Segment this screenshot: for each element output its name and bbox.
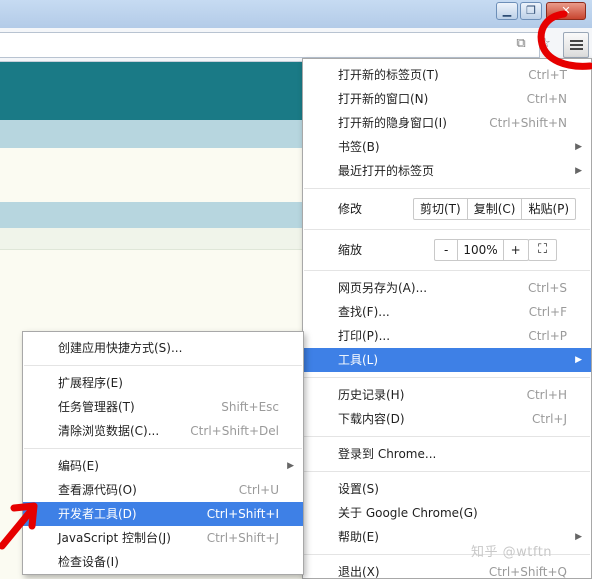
submenu-item-developer-tools[interactable]: 开发者工具(D) Ctrl+Shift+I: [23, 502, 303, 526]
annotation-arrow-icon: [0, 502, 38, 550]
submenu-item-clear-data[interactable]: 清除浏览数据(C)... Ctrl+Shift+Del: [23, 419, 303, 443]
translate-icon[interactable]: ⧉: [513, 36, 529, 52]
menu-separator: [24, 448, 302, 449]
fullscreen-group: ⛶: [528, 239, 558, 261]
cut-button[interactable]: 剪切(T): [414, 199, 468, 219]
menu-item-tools[interactable]: 工具(L) ▶: [303, 348, 591, 372]
chevron-right-icon: ▶: [575, 142, 582, 152]
menu-separator: [24, 365, 302, 366]
paste-button[interactable]: 粘贴(P): [522, 199, 575, 219]
submenu-item-inspect-devices[interactable]: 检查设备(I): [23, 550, 303, 574]
menu-item-find[interactable]: 查找(F)... Ctrl+F: [303, 300, 591, 324]
submenu-item-js-console[interactable]: JavaScript 控制台(J) Ctrl+Shift+J: [23, 526, 303, 550]
chrome-main-menu: 打开新的标签页(T) Ctrl+T 打开新的窗口(N) Ctrl+N 打开新的隐身窗…: [302, 58, 592, 579]
submenu-item-create-shortcut[interactable]: 创建应用快捷方式(S)...: [23, 336, 303, 360]
chevron-right-icon: ▶: [287, 461, 294, 471]
submenu-item-extensions[interactable]: 扩展程序(E): [23, 371, 303, 395]
submenu-item-view-source[interactable]: 查看源代码(O) Ctrl+U: [23, 478, 303, 502]
zoom-in-button[interactable]: +: [504, 240, 528, 260]
chevron-right-icon: ▶: [575, 532, 582, 542]
menu-item-new-incognito[interactable]: 打开新的隐身窗口(I) Ctrl+Shift+N: [303, 111, 591, 135]
menu-item-signin[interactable]: 登录到 Chrome...: [303, 442, 591, 466]
menu-item-save-page[interactable]: 网页另存为(A)... Ctrl+S: [303, 276, 591, 300]
menu-separator: [304, 270, 590, 271]
menu-separator: [304, 377, 590, 378]
menu-item-settings[interactable]: 设置(S): [303, 477, 591, 501]
edit-button-group: 剪切(T) 复制(C) 粘贴(P): [413, 198, 577, 220]
chevron-right-icon: ▶: [575, 355, 582, 365]
menu-item-history[interactable]: 历史记录(H) Ctrl+H: [303, 383, 591, 407]
menu-separator: [304, 471, 590, 472]
menu-item-bookmarks[interactable]: 书签(B) ▶: [303, 135, 591, 159]
address-bar[interactable]: [0, 32, 540, 58]
menu-item-recent-tabs[interactable]: 最近打开的标签页 ▶: [303, 159, 591, 183]
menu-item-about[interactable]: 关于 Google Chrome(G): [303, 501, 591, 525]
zoom-out-button[interactable]: -: [435, 240, 459, 260]
tools-submenu: 创建应用快捷方式(S)... 扩展程序(E) 任务管理器(T) Shift+Esc…: [22, 331, 304, 575]
menu-item-downloads[interactable]: 下载内容(D) Ctrl+J: [303, 407, 591, 431]
submenu-item-encoding[interactable]: 编码(E) ▶: [23, 454, 303, 478]
zoom-button-group: - 100% +: [434, 239, 529, 261]
fullscreen-icon[interactable]: ⛶: [529, 240, 556, 260]
menu-item-exit[interactable]: 退出(X) Ctrl+Shift+Q: [303, 560, 591, 579]
menu-separator: [304, 436, 590, 437]
menu-row-zoom: 缩放 - 100% + ⛶: [303, 235, 591, 265]
annotation-circle-icon: [537, 10, 592, 70]
menu-item-new-window[interactable]: 打开新的窗口(N) Ctrl+N: [303, 87, 591, 111]
chevron-right-icon: ▶: [575, 166, 582, 176]
browser-toolbar: ⧉ ☆: [0, 28, 592, 62]
window-titlebar: ▁ ❐ ✕: [0, 0, 592, 28]
menu-separator: [304, 229, 590, 230]
menu-item-print[interactable]: 打印(P)... Ctrl+P: [303, 324, 591, 348]
copy-button[interactable]: 复制(C): [468, 199, 523, 219]
watermark: 知乎 @wtftn: [471, 545, 553, 560]
menu-separator: [304, 188, 590, 189]
zoom-level-value: 100%: [458, 240, 504, 260]
submenu-item-task-manager[interactable]: 任务管理器(T) Shift+Esc: [23, 395, 303, 419]
menu-row-edit: 修改 剪切(T) 复制(C) 粘贴(P): [303, 194, 591, 224]
minimize-button[interactable]: ▁: [496, 2, 518, 20]
